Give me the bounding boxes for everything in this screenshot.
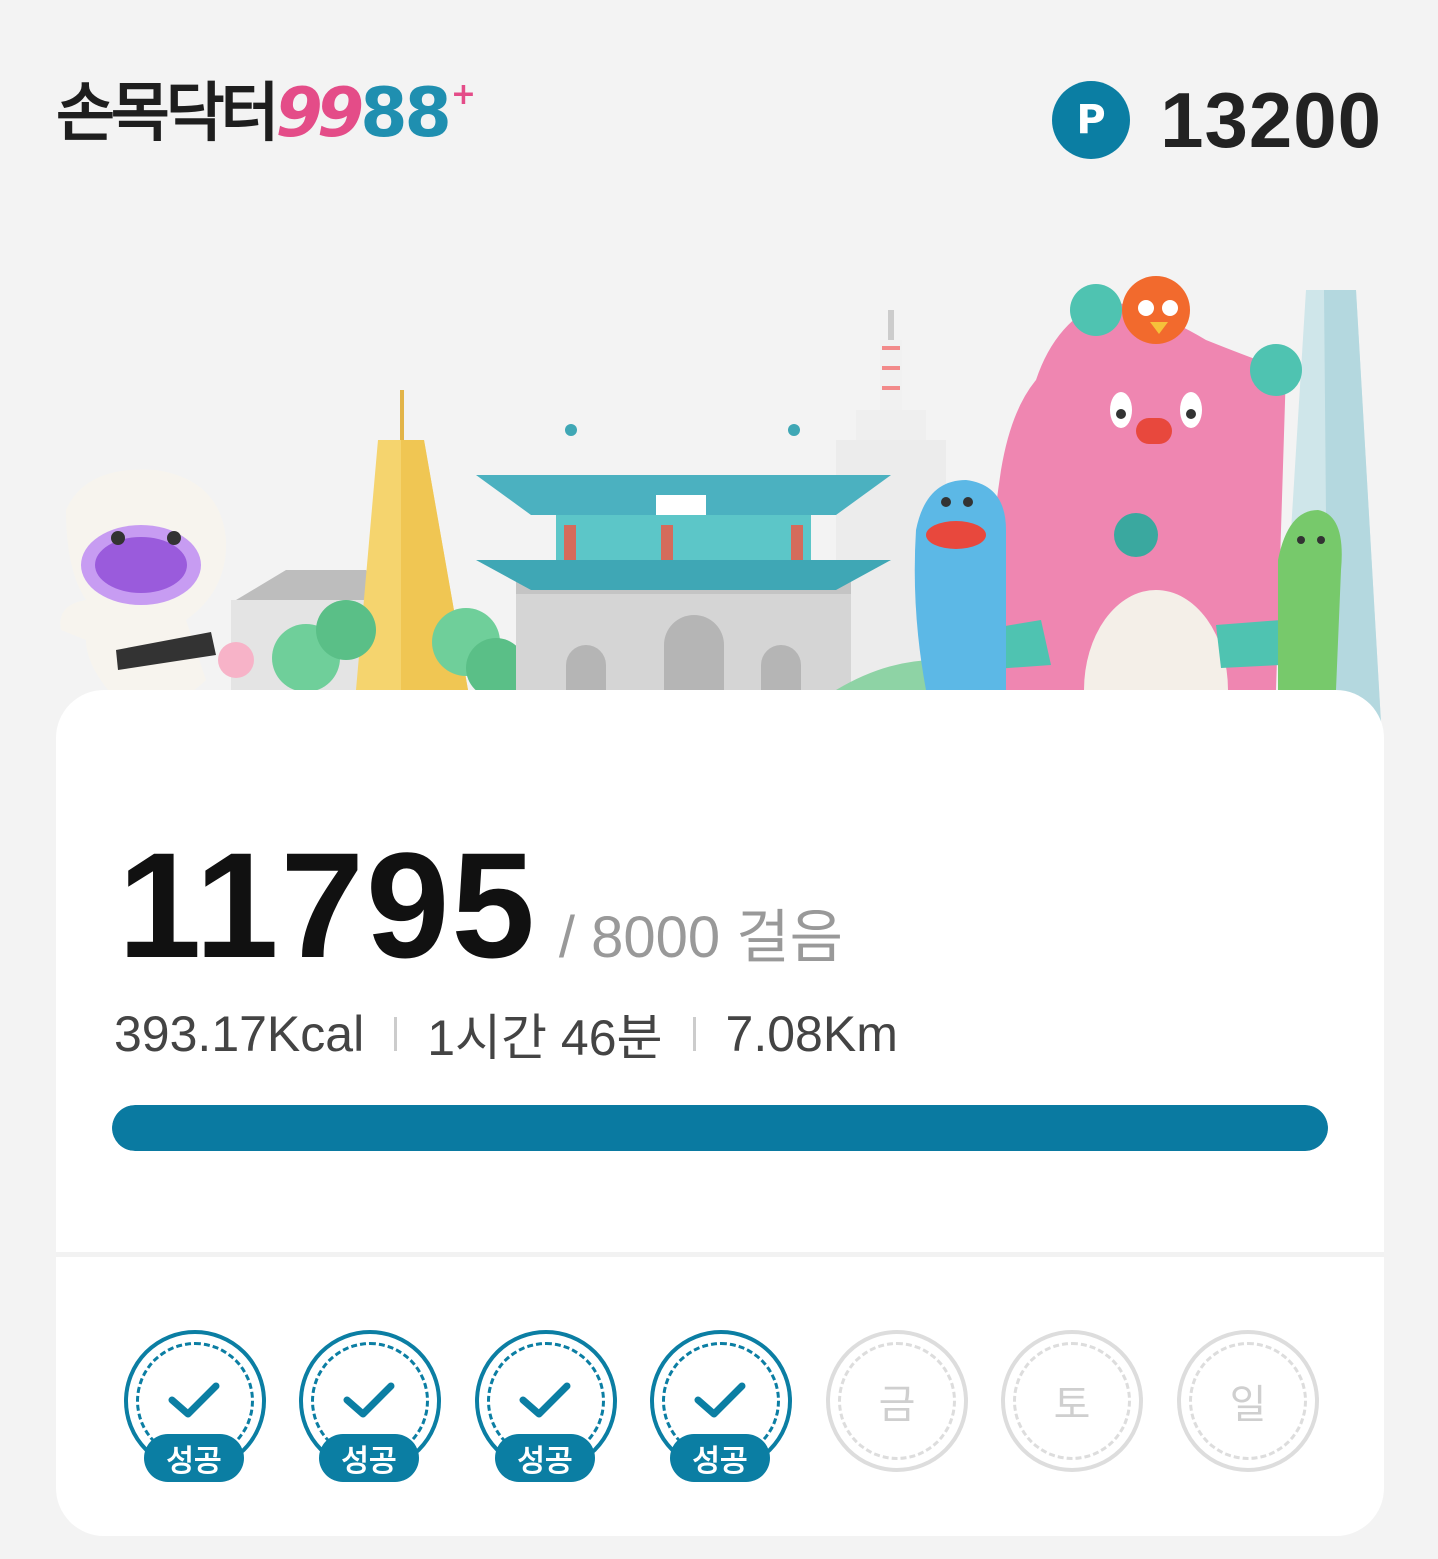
logo-plus: + (450, 77, 476, 112)
success-pill: 성공 (319, 1434, 419, 1482)
day-label: 일 (1229, 1382, 1267, 1428)
check-icon (168, 1382, 220, 1418)
weekly-status: 성공 성공 성공 성공 금 토 일 (56, 690, 1384, 1536)
logo-nine: 9 (316, 74, 364, 153)
day-badge-sat[interactable]: 토 (1001, 1330, 1143, 1472)
success-pill: 성공 (495, 1434, 595, 1482)
day-badge-2[interactable]: 성공 (299, 1330, 441, 1482)
logo-eights: 88 (360, 74, 452, 153)
day-badge-4[interactable]: 성공 (650, 1330, 792, 1482)
step-summary-card: 11795 / 8000 걸음 393.17Kcal 1시간 46분 7.08K… (56, 690, 1384, 1536)
logo-nine: 9 (275, 74, 323, 153)
success-pill: 성공 (144, 1434, 244, 1482)
day-badge-3[interactable]: 성공 (475, 1330, 617, 1482)
points-display[interactable]: P 13200 (1052, 76, 1382, 164)
banner-illustration (56, 270, 1386, 740)
points-icon: P (1052, 81, 1131, 159)
day-label: 금 (878, 1382, 916, 1428)
check-icon (694, 1382, 746, 1418)
check-icon (343, 1382, 395, 1418)
day-badge-1[interactable]: 성공 (124, 1330, 266, 1482)
day-badge-sun[interactable]: 일 (1177, 1330, 1319, 1472)
success-pill: 성공 (670, 1434, 770, 1482)
logo-text: 손목닥터 (56, 77, 280, 151)
app-logo: 손목닥터 9 9 88 + (56, 74, 476, 156)
day-badge-fri[interactable]: 금 (826, 1330, 968, 1472)
points-value: 13200 (1160, 75, 1382, 164)
day-label: 토 (1053, 1382, 1091, 1428)
check-icon (519, 1382, 571, 1418)
points-badge-letter: P (1076, 97, 1106, 143)
seoul-landmarks-illustration (60, 276, 1382, 740)
